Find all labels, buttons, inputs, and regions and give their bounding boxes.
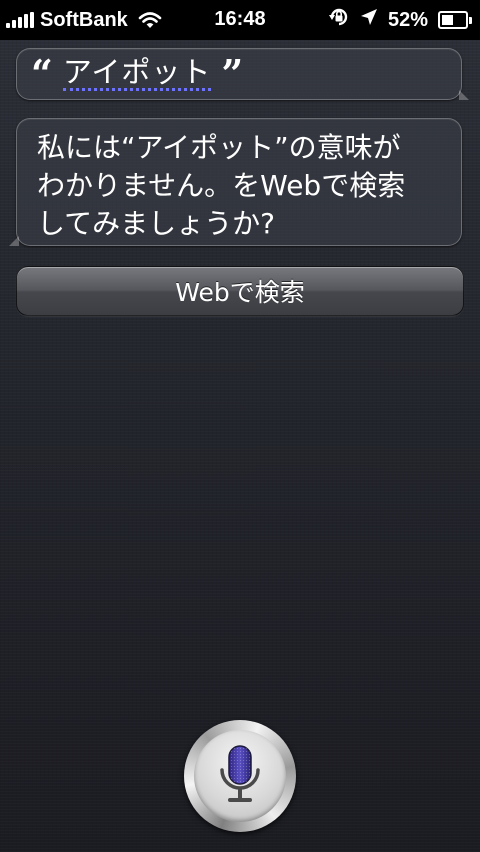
search-web-button[interactable]: Webで検索 <box>16 266 464 316</box>
battery-level-fill <box>442 15 453 25</box>
open-quote-icon: “ <box>31 51 53 96</box>
siri-response-bubble: 私には“アイポット”の意味が わかりません。をWebで検索 してみましょうか? <box>9 118 462 246</box>
siri-response-line: 私には“アイポット”の意味が <box>37 131 401 164</box>
rotation-lock-icon <box>328 6 350 34</box>
wifi-icon <box>138 11 162 29</box>
status-bar: SoftBank 16:48 52% <box>0 0 480 40</box>
close-quote-icon: ” <box>221 51 244 96</box>
microphone-button[interactable] <box>184 720 296 832</box>
siri-response-line: してみましょうか? <box>37 207 276 240</box>
battery-percent: 52% <box>387 8 428 31</box>
bubble-tail <box>459 90 469 100</box>
user-query-text[interactable]: アイポット <box>62 56 212 92</box>
location-arrow-icon <box>360 8 378 32</box>
user-query-bubble[interactable]: “ アイポット ” <box>16 48 469 100</box>
battery-icon <box>438 11 472 29</box>
carrier-name: SoftBank <box>40 8 128 31</box>
signal-bars-icon <box>6 12 36 28</box>
microphone-icon <box>220 745 260 802</box>
siri-response-line: わかりません。をWebで検索 <box>37 169 406 202</box>
bubble-tail <box>9 236 19 246</box>
microphone-button-face[interactable] <box>194 730 286 822</box>
